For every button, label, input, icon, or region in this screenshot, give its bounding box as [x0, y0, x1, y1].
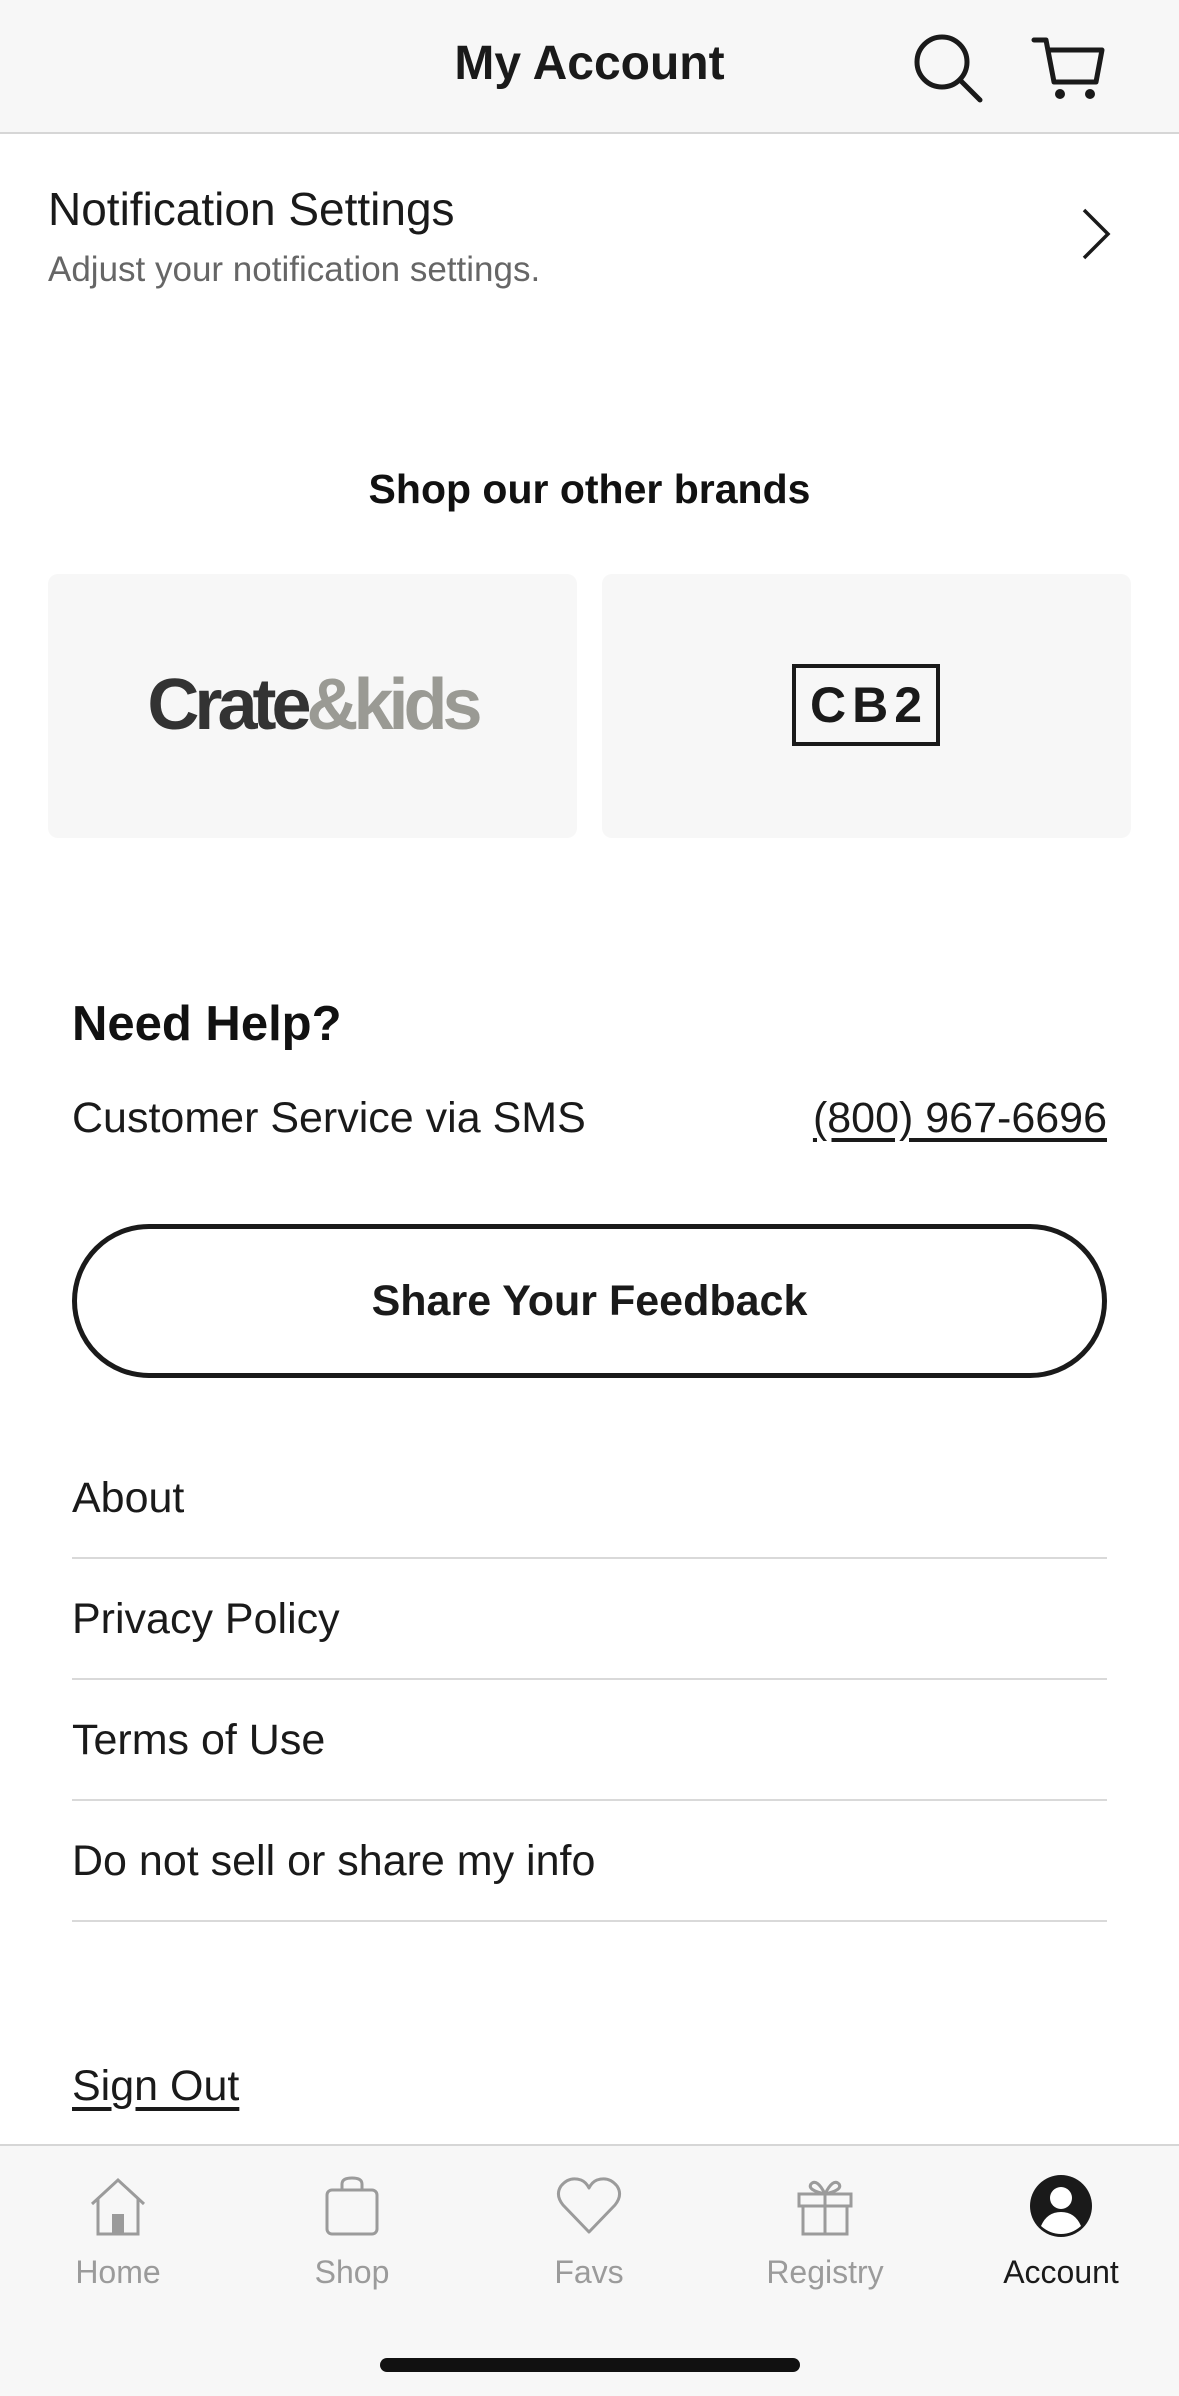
- notification-settings-title: Notification Settings: [48, 183, 455, 235]
- heart-icon: [556, 2177, 622, 2234]
- search-icon[interactable]: [908, 28, 988, 108]
- home-indicator: [380, 2358, 800, 2372]
- brand-card-cb2[interactable]: CB2: [602, 574, 1131, 838]
- need-help-heading: Need Help?: [72, 997, 342, 1051]
- terms-of-use-link[interactable]: Terms of Use: [72, 1680, 1107, 1801]
- cart-icon[interactable]: [1030, 28, 1110, 108]
- sign-out-link[interactable]: Sign Out: [72, 2062, 239, 2111]
- about-link[interactable]: About: [72, 1438, 1107, 1559]
- share-feedback-button[interactable]: Share Your Feedback: [72, 1224, 1107, 1378]
- tab-home-label: Home: [75, 2254, 161, 2290]
- shopping-bag-icon: [325, 2176, 379, 2236]
- sms-label: Customer Service via SMS: [72, 1094, 586, 1142]
- notification-settings-row[interactable]: Notification Settings Adjust your notifi…: [0, 134, 1179, 334]
- cb2-logo: CB2: [792, 664, 940, 746]
- crate-and-kids-logo: Crate&kids: [147, 665, 482, 745]
- brand-card-crate-and-kids[interactable]: Crate&kids: [48, 574, 577, 838]
- tab-favs[interactable]: Favs: [471, 2146, 707, 2326]
- chevron-right-icon: [1082, 208, 1111, 260]
- account-icon: [1030, 2175, 1092, 2237]
- tab-home[interactable]: Home: [0, 2146, 236, 2326]
- tab-shop-label: Shop: [314, 2254, 390, 2290]
- brands-heading: Shop our other brands: [368, 466, 811, 512]
- privacy-policy-link[interactable]: Privacy Policy: [72, 1559, 1107, 1680]
- tab-shop[interactable]: Shop: [234, 2146, 470, 2326]
- gift-icon: [797, 2180, 853, 2236]
- tab-account[interactable]: Account: [943, 2146, 1179, 2326]
- phone-link[interactable]: (800) 967-6696: [813, 1094, 1107, 1143]
- info-links-list: About Privacy Policy Terms of Use Do not…: [72, 1438, 1107, 1922]
- home-icon: [90, 2177, 146, 2236]
- tab-registry-label: Registry: [766, 2254, 884, 2290]
- tab-account-label: Account: [1003, 2254, 1119, 2290]
- page-title: My Account: [454, 37, 725, 90]
- top-bar: My Account: [0, 0, 1179, 134]
- tab-registry[interactable]: Registry: [707, 2146, 943, 2326]
- tab-favs-label: Favs: [554, 2254, 624, 2290]
- do-not-sell-link[interactable]: Do not sell or share my info: [72, 1801, 1107, 1922]
- notification-settings-subtitle: Adjust your notification settings.: [48, 250, 541, 289]
